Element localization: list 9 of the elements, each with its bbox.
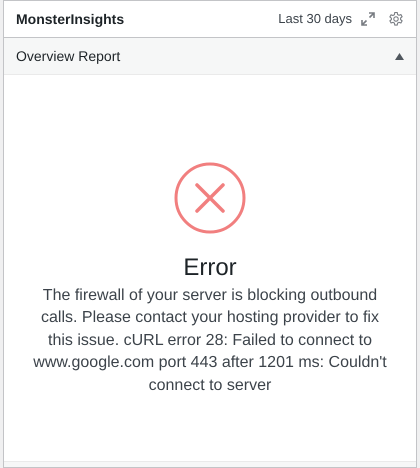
- expand-icon[interactable]: [360, 11, 376, 27]
- section-title: Overview Report: [16, 46, 120, 66]
- widget-title: MonsterInsights: [16, 10, 124, 29]
- collapse-toggle[interactable]: [395, 52, 404, 60]
- date-range-button[interactable]: Last 30 days: [278, 9, 352, 29]
- settings-icon[interactable]: [388, 11, 404, 27]
- error-icon: [174, 162, 246, 234]
- error-title: Error: [183, 254, 237, 283]
- error-message: The firewall of your server is blocking outbound calls. Please contact your hosting provider to fix this issue. cURL error 28: Failed to connect to www.google.com port 443 after 1201 ms: Couldn't connect to server: [32, 286, 388, 396]
